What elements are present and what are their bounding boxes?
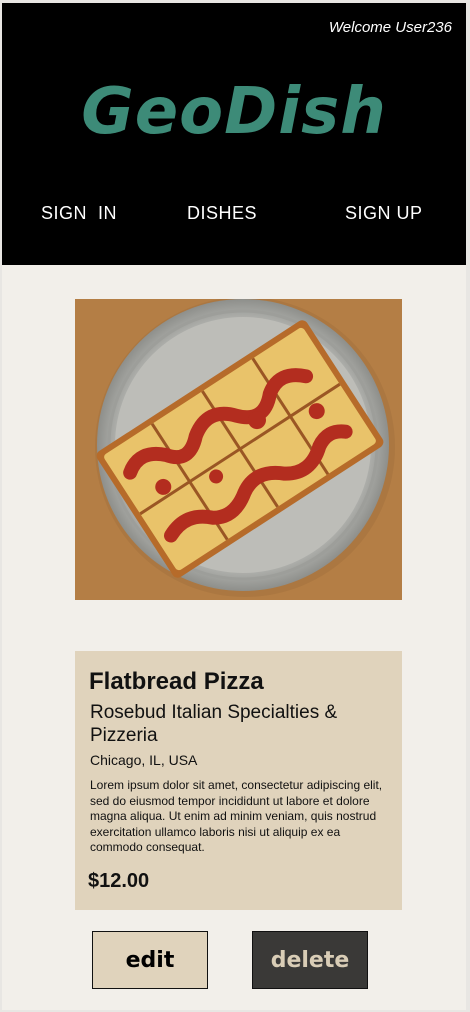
app-frame: Welcome User236 GeoDish SIGN IN DISHES S… [2, 3, 466, 1010]
dish-image [75, 299, 402, 600]
welcome-text: Welcome User236 [328, 19, 452, 36]
delete-button[interactable]: delete [252, 931, 368, 989]
pizza-photo-icon [75, 299, 402, 600]
nav-sign-in[interactable]: SIGN IN [41, 203, 117, 224]
nav-sign-up[interactable]: SIGN UP [345, 203, 423, 224]
dish-name: Flatbread Pizza [89, 668, 264, 695]
header: Welcome User236 GeoDish SIGN IN DISHES S… [2, 3, 466, 265]
dish-card: Flatbread Pizza Rosebud Italian Specialt… [75, 651, 402, 910]
dish-location: Chicago, IL, USA [90, 752, 198, 768]
app-logo[interactable]: GeoDish [2, 75, 466, 149]
dish-description: Lorem ipsum dolor sit amet, consectetur … [90, 778, 383, 854]
dish-price: $12.00 [88, 870, 150, 892]
restaurant-name: Rosebud Italian Specialties & Pizzeria [90, 702, 338, 746]
nav-dishes[interactable]: DISHES [187, 203, 257, 224]
edit-button[interactable]: edit [92, 931, 208, 989]
